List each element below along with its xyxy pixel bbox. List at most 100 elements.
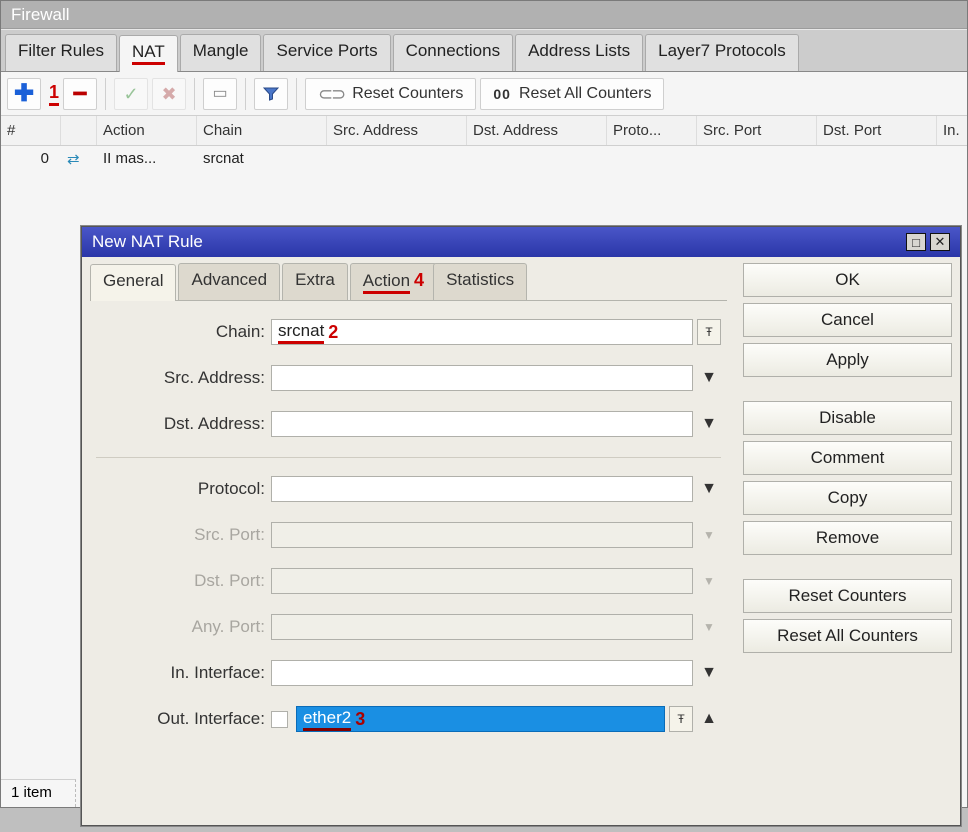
col-in-iface[interactable]: In. [937,116,968,145]
close-button[interactable]: ✕ [930,233,950,251]
ok-button[interactable]: OK [743,263,952,297]
chevron-down-icon: ▼ [697,568,721,594]
tab-layer7-protocols[interactable]: Layer7 Protocols [645,34,799,71]
in-interface-input[interactable] [271,660,693,686]
col-chain[interactable]: Chain [197,116,327,145]
counter-icon: ⊂⊃ [318,85,344,103]
col-action[interactable]: Action [97,116,197,145]
tab-mangle[interactable]: Mangle [180,34,262,71]
dialog-body: General Advanced Extra Action4 Statistic… [82,257,960,825]
row-dst-port: Dst. Port: ▼ [96,568,721,594]
col-src-port[interactable]: Src. Port [697,116,817,145]
chevron-up-icon: ▲ [701,710,717,728]
toolbar-divider [296,78,297,110]
toolbar-divider [194,78,195,110]
cancel-button[interactable]: Cancel [743,303,952,337]
chain-dropdown-button[interactable]: Ŧ [697,319,721,345]
disable-button: ✖ [152,78,186,110]
table-row[interactable]: 0 ⇄ II mas... srcnat [1,146,967,172]
col-dst-port[interactable]: Dst. Port [817,116,937,145]
protocol-label: Protocol: [96,479,271,499]
col-src-address[interactable]: Src. Address [327,116,467,145]
out-interface-collapse[interactable]: ▲ [697,706,721,732]
dialog-title: New NAT Rule [92,232,203,252]
tab-connections[interactable]: Connections [393,34,514,71]
tab-service-ports[interactable]: Service Ports [263,34,390,71]
dst-address-expand[interactable]: ▼ [697,411,721,437]
col-num[interactable]: # [1,116,61,145]
reset-all-counters-button[interactable]: 00 Reset All Counters [480,78,664,110]
dropdown-icon: Ŧ [705,325,712,339]
masquerade-icon: ⇄ [67,151,80,168]
dst-address-label: Dst. Address: [96,414,271,434]
in-interface-wrap: ▼ [271,660,721,686]
cell-chain: srcnat [197,146,327,172]
reset-counters-button[interactable]: ⊂⊃ Reset Counters [305,78,476,110]
close-icon: ✕ [935,234,946,250]
dtab-extra[interactable]: Extra [282,263,348,300]
src-port-wrap: ▼ [271,522,721,548]
dtab-general[interactable]: General [90,264,176,301]
table-header: # Action Chain Src. Address Dst. Address… [1,116,967,146]
reset-counters-button[interactable]: Reset Counters [743,579,952,613]
dialog-tabs: General Advanced Extra Action4 Statistic… [90,263,727,301]
chain-value: srcnat [278,321,324,344]
maximize-button[interactable]: □ [906,233,926,251]
dtab-action[interactable]: Action4 [350,263,437,300]
cell-dst-port [817,146,937,172]
row-src-address: Src. Address: ▼ [96,365,721,391]
protocol-expand[interactable]: ▼ [697,476,721,502]
dst-address-input[interactable] [271,411,693,437]
dialog-titlebar[interactable]: New NAT Rule □ ✕ [82,227,960,257]
chevron-down-icon: ▼ [697,522,721,548]
col-icon[interactable] [61,116,97,145]
form-divider [96,457,721,458]
apply-button[interactable]: Apply [743,343,952,377]
row-any-port: Any. Port: ▼ [96,614,721,640]
src-port-expand: ▼ [697,522,721,548]
comment-button[interactable]: ▭ [203,78,237,110]
out-interface-input[interactable]: ether2 3 [296,706,665,732]
chain-input[interactable]: srcnat 2 [271,319,693,345]
remove-button[interactable]: ━ [63,78,97,110]
cell-src-port [697,146,817,172]
remove-button[interactable]: Remove [743,521,952,555]
firewall-window: Firewall Filter Rules NAT Mangle Service… [0,0,968,808]
tab-nat[interactable]: NAT [119,35,178,72]
src-address-expand[interactable]: ▼ [697,365,721,391]
comment-button[interactable]: Comment [743,441,952,475]
src-port-input [271,522,693,548]
dialog-form-pane: General Advanced Extra Action4 Statistic… [82,257,735,825]
any-port-input [271,614,693,640]
protocol-wrap: ▼ [271,476,721,502]
chain-input-wrap: srcnat 2 Ŧ [271,319,721,345]
filter-button[interactable] [254,78,288,110]
out-interface-dropdown-button[interactable]: Ŧ [669,706,693,732]
col-dst-address[interactable]: Dst. Address [467,116,607,145]
cell-action: II mas... [97,146,197,172]
any-port-expand: ▼ [697,614,721,640]
protocol-input[interactable] [271,476,693,502]
reset-all-counters-button[interactable]: Reset All Counters [743,619,952,653]
dtab-advanced[interactable]: Advanced [178,263,280,300]
cell-proto [607,146,697,172]
dst-address-wrap: ▼ [271,411,721,437]
item-count: 1 item [11,784,52,801]
dtab-statistics[interactable]: Statistics [433,263,527,300]
in-interface-expand[interactable]: ▼ [697,660,721,686]
col-protocol[interactable]: Proto... [607,116,697,145]
new-nat-rule-dialog: New NAT Rule □ ✕ General Advanced Extra … [81,226,961,826]
firewall-toolbar: ✚ 1 ━ ✓ ✖ ▭ ⊂⊃ Reset Counters 00 Reset A… [1,72,967,116]
annot-2: 2 [328,322,338,343]
chevron-down-icon: ▼ [701,415,717,433]
out-interface-invert-checkbox[interactable] [271,711,288,728]
src-address-label: Src. Address: [96,368,271,388]
reset-all-counters-label: Reset All Counters [519,85,652,103]
copy-button[interactable]: Copy [743,481,952,515]
add-button[interactable]: ✚ [7,78,41,110]
out-interface-label: Out. Interface: [96,709,271,729]
tab-filter-rules[interactable]: Filter Rules [5,34,117,71]
disable-button[interactable]: Disable [743,401,952,435]
tab-address-lists[interactable]: Address Lists [515,34,643,71]
src-address-input[interactable] [271,365,693,391]
